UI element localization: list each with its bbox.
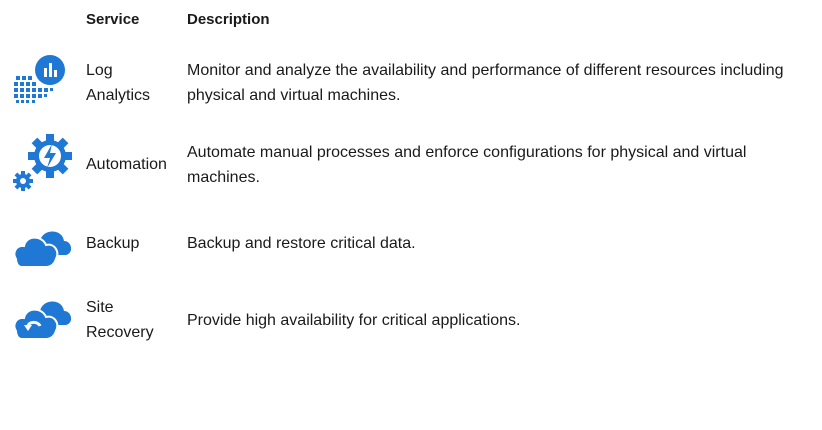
table-row: Backup Backup and restore critical data.	[0, 223, 822, 291]
service-description: Backup and restore critical data.	[187, 235, 416, 252]
automation-icon	[12, 134, 72, 194]
service-name: Backup	[86, 235, 140, 252]
service-description: Provide high availability for critical a…	[187, 312, 521, 329]
description-column-header: Description	[187, 11, 270, 28]
service-name: Log Analytics	[86, 58, 182, 108]
service-description: Automate manual processes and enforce co…	[187, 144, 747, 186]
table-row: Log Analytics Monitor and analyze the av…	[0, 55, 822, 118]
service-name-line: Recovery	[86, 324, 154, 341]
service-name-line: Log	[86, 62, 113, 79]
service-column-header: Service	[86, 11, 140, 28]
service-name: Site Recovery	[86, 295, 182, 345]
service-name: Automation	[86, 156, 167, 173]
service-name-line: Analytics	[86, 87, 151, 104]
log-analytics-icon	[12, 54, 72, 114]
service-name-line: Site	[86, 299, 114, 316]
table-row: Automation Automate manual processes and…	[0, 134, 822, 200]
table-row: Site Recovery Provide high availability …	[0, 295, 822, 355]
services-table: Service Description Log Analytics Monito…	[0, 0, 822, 430]
service-description: Monitor and analyze the availability and…	[187, 62, 784, 104]
backup-icon	[12, 213, 72, 273]
site-recovery-icon	[12, 291, 72, 351]
